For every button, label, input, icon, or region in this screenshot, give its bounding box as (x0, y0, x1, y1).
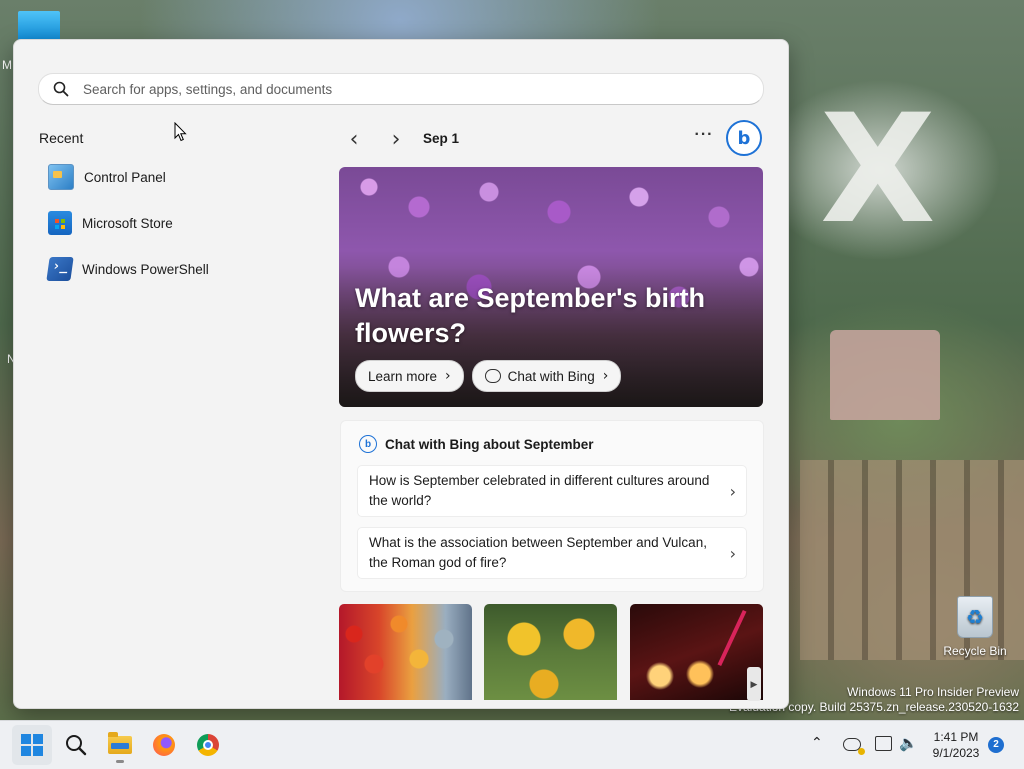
chat-card-title: Chat with Bing about September (385, 436, 594, 452)
recent-item-control-panel[interactable]: Control Panel (38, 157, 318, 197)
chat-with-bing-button[interactable]: Chat with Bing › (471, 360, 622, 392)
clock-time: 1:41 PM (933, 730, 979, 744)
learn-more-button[interactable]: Learn more › (355, 360, 464, 392)
bing-chat-card: b Chat with Bing about September How is … (340, 420, 764, 592)
hero-title: What are September's birth flowers? (355, 283, 705, 348)
chevron-right-icon: › (729, 481, 736, 501)
learn-more-label: Learn more (368, 368, 438, 384)
windows-logo-icon (21, 734, 43, 756)
recycle-bin[interactable]: Recycle Bin (940, 596, 1010, 658)
network-icon[interactable] (875, 736, 892, 751)
chevron-up-icon: ⌃ (811, 735, 823, 751)
hero-actions: Learn more › Chat with Bing › (355, 360, 622, 392)
wallpaper-letter-x: X (820, 83, 936, 257)
clock[interactable]: 1:41 PM 9/1/2023 (925, 729, 987, 761)
control-panel-icon (48, 164, 74, 190)
chevron-right-icon: › (391, 127, 401, 152)
wallpaper-birdhouse (830, 330, 940, 420)
recent-item-label: Control Panel (84, 169, 166, 185)
bing-logo-icon: b (737, 127, 751, 149)
recent-item-label: Microsoft Store (82, 215, 173, 231)
store-icon (48, 211, 72, 235)
search-box[interactable] (38, 73, 764, 105)
start-button[interactable] (12, 725, 52, 765)
file-explorer-button[interactable] (100, 725, 140, 765)
recent-item-label: Windows PowerShell (82, 261, 209, 277)
chat-suggestion-1[interactable]: How is September celebrated in different… (357, 465, 747, 517)
firefox-icon (153, 734, 175, 756)
volume-icon[interactable]: 🔈 (899, 734, 918, 752)
recent-item-powershell[interactable]: Windows PowerShell (38, 249, 318, 289)
feed-thumbnail-1[interactable] (339, 604, 472, 700)
chat-bubble-icon (484, 369, 501, 383)
feed-date: Sep 1 (423, 131, 460, 146)
desktop-shortcut-label: M (2, 58, 12, 72)
chevron-right-icon: › (602, 368, 609, 384)
onedrive-icon[interactable] (843, 738, 865, 755)
feed-thumbnail-2[interactable] (484, 604, 617, 700)
search-icon (66, 735, 87, 756)
bing-logo-icon: b (359, 435, 377, 453)
running-indicator (116, 760, 124, 763)
recycle-bin-icon (957, 596, 993, 638)
chevron-right-icon: › (445, 368, 451, 384)
caret-right-icon: ▶ (750, 678, 758, 689)
chrome-icon (197, 734, 219, 756)
recent-list: Control Panel Microsoft Store Windows Po… (38, 157, 318, 295)
chrome-button[interactable] (188, 725, 228, 765)
bing-button[interactable]: b (726, 120, 762, 156)
next-day-button[interactable]: › (384, 128, 408, 152)
search-icon (53, 81, 69, 97)
feed-thumbnail-3[interactable] (630, 604, 763, 700)
previous-day-button[interactable]: ‹ (342, 128, 366, 152)
ellipsis-icon: ··· (694, 126, 714, 143)
more-options-button[interactable]: ··· (692, 126, 716, 150)
chevron-right-icon: › (729, 543, 736, 563)
notification-badge[interactable]: 2 (988, 737, 1004, 753)
chat-suggestion-text: How is September celebrated in different… (369, 473, 710, 508)
taskbar-search-button[interactable] (56, 725, 96, 765)
show-hidden-icons-button[interactable]: ⌃ (811, 735, 823, 751)
recent-item-microsoft-store[interactable]: Microsoft Store (38, 203, 318, 243)
recycle-bin-label: Recycle Bin (943, 644, 1007, 658)
chat-card-heading: b Chat with Bing about September (359, 435, 594, 453)
hero-card[interactable]: What are September's birth flowers? Lear… (339, 167, 763, 407)
clock-date: 9/1/2023 (932, 746, 980, 760)
search-input[interactable] (81, 80, 725, 98)
start-menu: Recent Control Panel Microsoft Store Win… (13, 39, 789, 709)
taskbar: ⌃ 🔈 1:41 PM 9/1/2023 2 (0, 720, 1024, 769)
desktop-shortcut-icon[interactable] (18, 11, 60, 41)
folder-icon (108, 732, 132, 754)
chat-suggestion-2[interactable]: What is the association between Septembe… (357, 527, 747, 579)
recent-heading: Recent (39, 130, 84, 146)
chevron-left-icon: ‹ (349, 127, 359, 152)
scroll-right-button[interactable]: ▶ (747, 667, 761, 701)
chat-with-bing-label: Chat with Bing (507, 368, 595, 384)
firefox-button[interactable] (144, 725, 184, 765)
chat-suggestion-text: What is the association between Septembe… (369, 535, 707, 570)
powershell-icon (46, 257, 74, 281)
